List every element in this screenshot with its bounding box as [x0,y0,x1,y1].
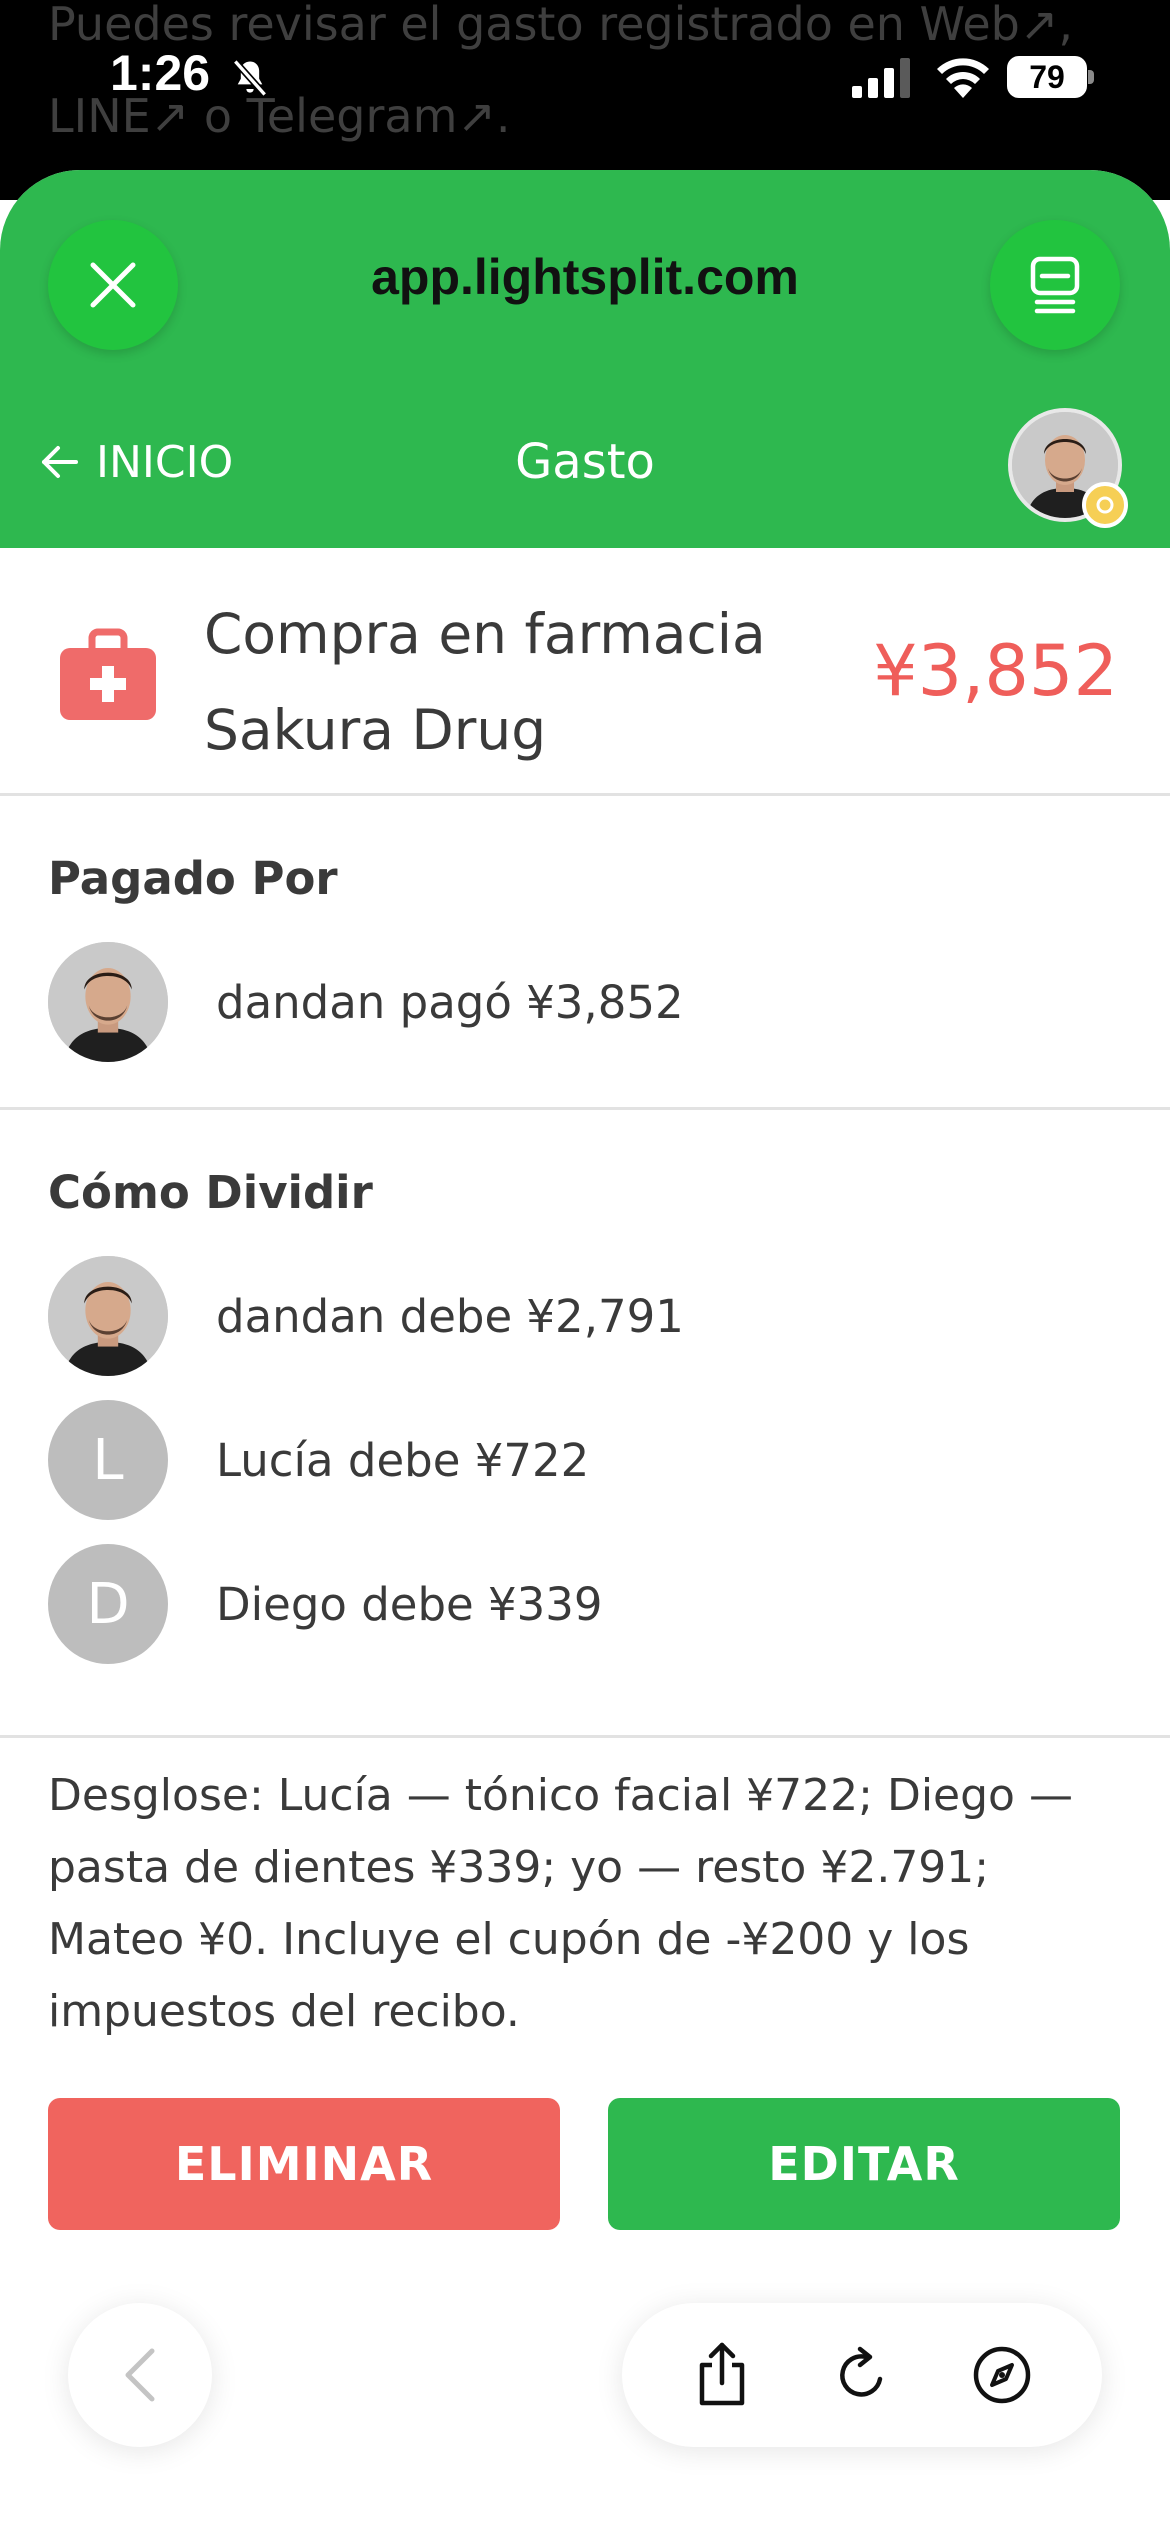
signal-icon [852,58,910,98]
avatar [48,942,168,1062]
back-icon [125,2348,155,2402]
expense-amount: ¥3,852 [873,630,1118,712]
share-icon [699,2342,745,2406]
split-row-dandan: dandan debe ¥2,791 [48,1256,1128,1376]
letter-avatar: D [48,1544,168,1664]
delete-button[interactable]: ELIMINAR [48,2098,560,2230]
compass-icon [973,2346,1031,2404]
breakdown-note: Desglose: Lucía — tónico facial ¥722; Di… [48,1770,1073,2037]
menu-button[interactable] [990,220,1120,350]
split-row-diego: D Diego debe ¥339 [48,1544,1128,1664]
paid-by-section: Pagado Por dandan pagó ¥3,852 [0,796,1170,1110]
avatar [48,1256,168,1376]
expense-title-line-2: Sakura Drug [204,698,547,762]
compass-button[interactable] [962,2335,1042,2415]
paid-by-title: Pagado Por [48,852,338,905]
battery-icon: 79 [1007,56,1087,98]
payer-row: dandan pagó ¥3,852 [48,942,1128,1062]
expense-title: Compra en farmacia Sakura Drug [204,586,824,778]
split-section: Cómo Dividir dandan debe ¥2,791 L Lucía … [0,1110,1170,1738]
premium-badge-icon [1082,482,1128,528]
battery-nub [1088,70,1094,84]
split-text: Diego debe ¥339 [216,1577,603,1631]
reload-icon [840,2346,883,2397]
expense-header: Compra en farmacia Sakura Drug ¥3,852 [0,548,1170,796]
reload-button[interactable] [822,2335,902,2415]
share-button[interactable] [682,2335,762,2415]
split-title: Cómo Dividir [48,1166,373,1219]
payer-text: dandan pagó ¥3,852 [216,975,684,1029]
menu-icon [1030,256,1080,314]
edit-button[interactable]: EDITAR [608,2098,1120,2230]
split-text: Lucía debe ¥722 [216,1433,590,1487]
expense-title-line-1: Compra en farmacia [204,602,766,666]
status-bar: 1:26 79 [0,0,1170,150]
split-text: dandan debe ¥2,791 [216,1289,684,1343]
medical-kit-icon [60,628,156,720]
split-row-lucia: L Lucía debe ¥722 [48,1400,1128,1520]
page-title: Gasto [515,434,655,490]
bell-slash-icon [232,59,268,97]
app-header: app.lightsplit.com INICIO Gasto [0,170,1170,548]
browser-toolbar [622,2303,1102,2447]
letter-avatar: L [48,1400,168,1520]
wifi-icon [937,58,989,98]
status-time: 1:26 [110,45,211,101]
browser-back-button[interactable] [68,2303,212,2447]
